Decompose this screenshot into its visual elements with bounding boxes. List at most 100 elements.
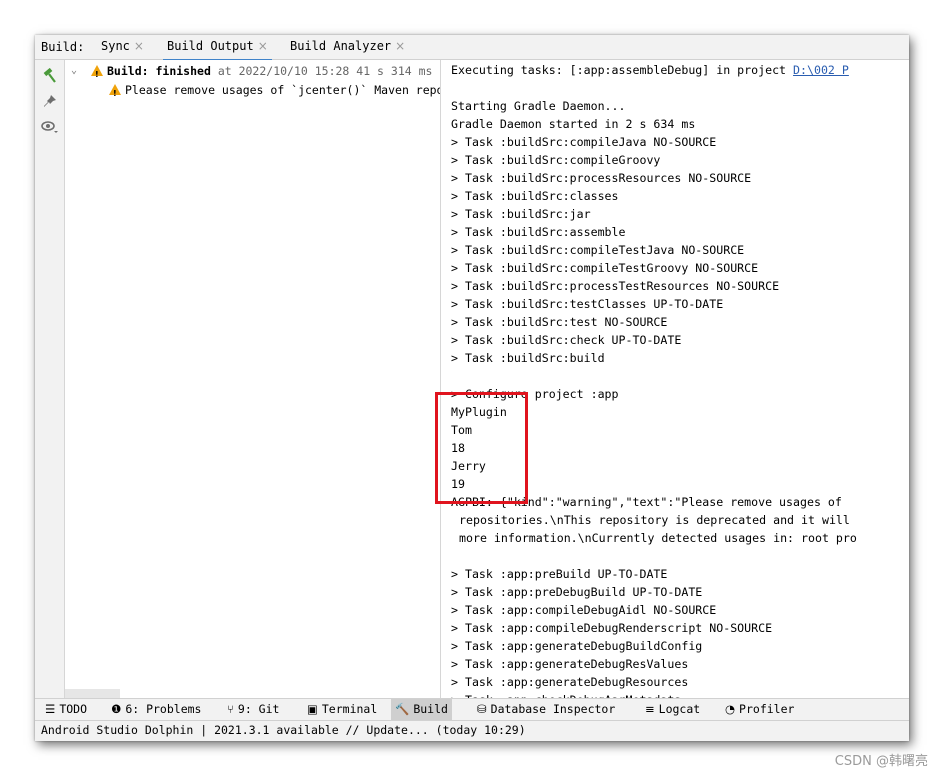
- tool-git[interactable]: ⑂ 9: Git: [223, 699, 283, 720]
- tool-logcat[interactable]: ≡ Logcat: [641, 699, 704, 720]
- tool-icon: 🔨: [395, 702, 410, 716]
- tool-icon: ☰: [45, 702, 56, 716]
- tool-build[interactable]: 🔨 Build: [391, 699, 452, 720]
- console-line: > Task :buildSrc:build: [451, 349, 605, 367]
- warning-node[interactable]: Please remove usages of `jcenter()` Mave…: [109, 81, 440, 103]
- console-line: repositories.\nThis repository is deprec…: [459, 511, 850, 529]
- console-line-text: 19: [451, 477, 465, 491]
- console-line-text: AGPBI: {"kind":"warning","text":"Please …: [451, 495, 842, 509]
- console-line: > Task :buildSrc:processResources NO-SOU…: [451, 169, 751, 187]
- tool-label: TODO: [59, 702, 88, 716]
- console-line: > Task :buildSrc:test NO-SOURCE: [451, 313, 667, 331]
- pin-icon[interactable]: [40, 91, 60, 111]
- tool-profiler[interactable]: ◔ Profiler: [721, 699, 798, 720]
- console-line-text: > Task :app:compileDebugAidl NO-SOURCE: [451, 603, 717, 617]
- console-line-text: > Task :buildSrc:compileGroovy: [451, 153, 661, 167]
- console-line-text: > Task :app:generateDebugBuildConfig: [451, 639, 703, 653]
- console-line: > Task :buildSrc:compileTestGroovy NO-SO…: [451, 259, 758, 277]
- side-toolbar: [35, 60, 65, 698]
- console-line-text: > Task :buildSrc:compileTestGroovy NO-SO…: [451, 261, 759, 275]
- console-line: > Task :app:preDebugBuild UP-TO-DATE: [451, 583, 702, 601]
- tab-build-analyzer[interactable]: Build Analyzer ×: [286, 35, 409, 59]
- tool-problems[interactable]: ❶ 6: Problems: [107, 699, 205, 720]
- console-line: > Task :app:generateDebugResources: [451, 673, 688, 691]
- console-line-text: > Task :buildSrc:jar: [451, 207, 591, 221]
- console-line: > Task :app:checkDebugAarMetadata: [451, 691, 681, 698]
- tool-label: Terminal: [321, 702, 378, 716]
- tool-icon: ❶: [111, 702, 122, 716]
- tool-todo[interactable]: ☰ TODO: [41, 699, 91, 720]
- console-line: > Task :buildSrc:compileTestJava NO-SOUR…: [451, 241, 744, 259]
- tab-build-analyzer-label: Build Analyzer: [290, 39, 392, 53]
- build-root-node[interactable]: ⌄ Build: finished at 2022/10/10 15:28 41…: [65, 62, 440, 84]
- console-line-text: > Task :buildSrc:compileTestJava NO-SOUR…: [451, 243, 745, 257]
- console-line-text: > Task :app:preDebugBuild UP-TO-DATE: [451, 585, 703, 599]
- tab-sync-label: Sync: [101, 39, 130, 53]
- console-line: > Task :app:preBuild UP-TO-DATE: [451, 565, 667, 583]
- console-line: > Task :app:generateDebugBuildConfig: [451, 637, 702, 655]
- tool-terminal[interactable]: ▣ Terminal: [303, 699, 381, 720]
- console-line-text: > Task :buildSrc:check UP-TO-DATE: [451, 333, 682, 347]
- build-detail: at 2022/10/10 15:28 41 s 314 ms: [217, 64, 433, 78]
- build-status: finished: [155, 64, 211, 78]
- close-icon[interactable]: ×: [134, 39, 144, 53]
- console-line: > Task :buildSrc:assemble: [451, 223, 626, 241]
- tool-label: 9: Git: [237, 702, 280, 716]
- tool-label: Profiler: [739, 702, 795, 716]
- eye-icon[interactable]: [40, 117, 60, 137]
- console-line: MyPlugin: [451, 403, 507, 421]
- console-line: > Task :buildSrc:compileGroovy: [451, 151, 660, 169]
- hammer-icon[interactable]: [40, 66, 60, 86]
- console-line: > Task :buildSrc:check UP-TO-DATE: [451, 331, 681, 349]
- horizontal-scrollbar[interactable]: [65, 689, 120, 698]
- console-output[interactable]: Executing tasks: [:app:assembleDebug] in…: [441, 60, 909, 698]
- tool-icon: ≡: [645, 702, 655, 716]
- warning-text: Please remove usages of `jcenter()` Mave…: [125, 83, 440, 97]
- console-line-text: > Task :buildSrc:processResources NO-SOU…: [451, 171, 752, 185]
- console-line-text: > Task :buildSrc:build: [451, 351, 605, 365]
- console-line-text: > Configure project :app: [451, 387, 619, 401]
- tool-label: Build: [413, 702, 448, 716]
- close-icon[interactable]: ×: [258, 39, 268, 53]
- warning-icon: [91, 65, 103, 84]
- console-line: > Task :buildSrc:testClasses UP-TO-DATE: [451, 295, 723, 313]
- tool-icon: ◔: [725, 702, 736, 716]
- console-line: > Task :buildSrc:classes: [451, 187, 619, 205]
- console-line-text: repositories.\nThis repository is deprec…: [459, 513, 850, 527]
- console-line-text: > Task :buildSrc:testClasses UP-TO-DATE: [451, 297, 724, 311]
- build-tool-window: Build: Sync × Build Output × Build Analyze…: [35, 35, 909, 741]
- tool-label: Logcat: [658, 702, 701, 716]
- console-line-text: > Task :app:generateDebugResources: [451, 675, 689, 689]
- console-line-text: > Task :buildSrc:assemble: [451, 225, 626, 239]
- console-line: 18: [451, 439, 465, 457]
- status-text[interactable]: Android Studio Dolphin | 2021.3.1 availa…: [41, 723, 526, 737]
- chevron-down-icon[interactable]: ⌄: [71, 62, 77, 80]
- console-line-text: > Task :buildSrc:processTestResources NO…: [451, 279, 780, 293]
- console-line-text: > Task :app:preBuild UP-TO-DATE: [451, 567, 668, 581]
- console-line: > Task :buildSrc:jar: [451, 205, 591, 223]
- tool-icon: ⛁: [477, 702, 487, 716]
- build-tree: ⌄ Build: finished at 2022/10/10 15:28 41…: [65, 60, 441, 698]
- watermark: CSDN @韩曙亮: [834, 754, 928, 769]
- console-line-text: more information.\nCurrently detected us…: [459, 531, 857, 545]
- build-tab-bar: Build: Sync × Build Output × Build Analyze…: [35, 35, 909, 61]
- tab-build-output[interactable]: Build Output ×: [163, 35, 272, 61]
- tool-database-inspector[interactable]: ⛁ Database Inspector: [473, 699, 619, 720]
- console-line-text: > Task :app:compileDebugRenderscript NO-…: [451, 621, 773, 635]
- console-line: more information.\nCurrently detected us…: [459, 529, 857, 547]
- close-icon[interactable]: ×: [395, 39, 405, 53]
- tool-icon: ▣: [307, 702, 318, 716]
- tool-label: 6: Problems: [125, 702, 202, 716]
- tool-window-bar: ☰ TODO ❶ 6: Problems ⑂ 9: Git ▣ Terminal 🔨 Build ⛁…: [35, 698, 909, 720]
- build-root-title: Build:: [107, 64, 149, 78]
- project-path-link[interactable]: D:\002 P: [793, 63, 849, 77]
- status-bar: Android Studio Dolphin | 2021.3.1 availa…: [35, 720, 909, 741]
- console-line-text: Tom: [451, 423, 472, 437]
- tab-sync[interactable]: Sync ×: [97, 35, 148, 59]
- console-line: > Task :buildSrc:processTestResources NO…: [451, 277, 779, 295]
- tab-build-output-label: Build Output: [167, 39, 254, 53]
- console-line-text: Executing tasks: [:app:assembleDebug] in…: [451, 63, 794, 77]
- tool-icon: ⑂: [227, 702, 234, 716]
- console-line: Tom: [451, 421, 472, 439]
- console-line-text: 18: [451, 441, 465, 455]
